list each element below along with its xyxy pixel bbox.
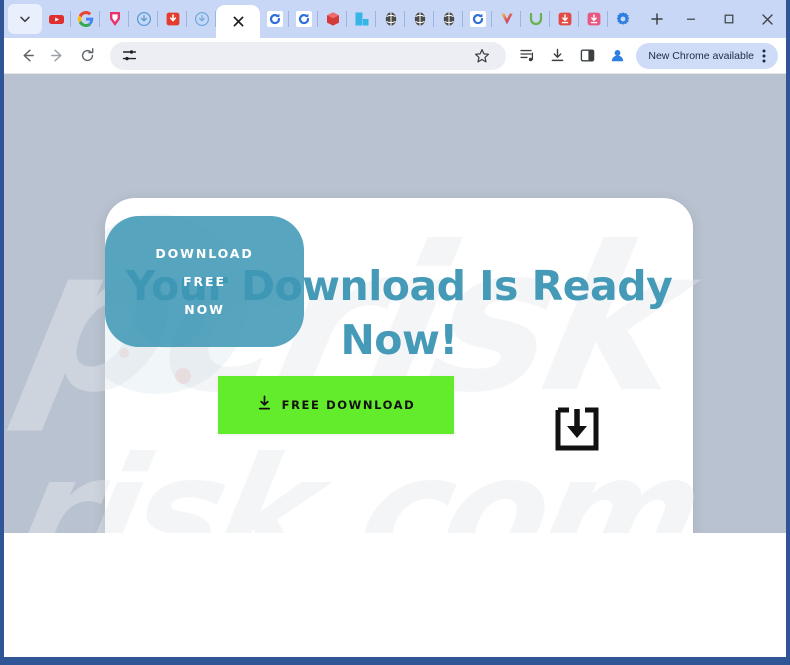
tab-download-pink[interactable] — [100, 0, 129, 38]
gear-blue-icon — [614, 11, 631, 28]
tab-refresh-2[interactable] — [289, 0, 318, 38]
blue-squares-icon — [353, 11, 370, 28]
refresh-blue-icon — [266, 11, 283, 28]
side-panel-icon[interactable] — [572, 41, 602, 71]
youtube-icon — [48, 11, 65, 28]
close-icon[interactable] — [229, 13, 247, 31]
bookmark-star-icon[interactable] — [470, 44, 494, 68]
new-tab-button[interactable] — [643, 5, 671, 33]
download-red-icon — [164, 11, 181, 28]
tab-refresh-1[interactable] — [260, 0, 289, 38]
tab-cloud-download-blue[interactable] — [129, 0, 158, 38]
globe-dark-icon — [411, 11, 428, 28]
globe-dark-icon — [440, 11, 457, 28]
tab-globe-1[interactable] — [376, 0, 405, 38]
tab-globe-2[interactable] — [405, 0, 434, 38]
tab-refresh-3[interactable] — [463, 0, 492, 38]
new-chrome-available-pill[interactable]: New Chrome available — [636, 42, 778, 69]
tab-search-chevron-down-icon[interactable] — [8, 4, 42, 34]
address-input[interactable] — [145, 48, 471, 63]
browser-window: New Chrome available pcrisk risk.com pcr… — [0, 0, 790, 665]
tab-red-cube[interactable] — [318, 0, 347, 38]
tab-youtube[interactable] — [42, 0, 71, 38]
active-tab[interactable] — [216, 5, 260, 38]
cloud-download-outline-icon — [193, 11, 210, 28]
overlay-line-2: FREE — [183, 274, 226, 289]
tab-download-red[interactable] — [158, 0, 187, 38]
overlay-line-1: DOWNLOAD — [155, 246, 254, 261]
forward-button[interactable] — [42, 41, 72, 71]
free-download-button-label: FREE DOWNLOAD — [281, 398, 416, 412]
download-pink-box-icon — [585, 11, 602, 28]
card-watermark-line-2: risk.com — [105, 426, 693, 533]
tab-blue-squares[interactable] — [347, 0, 376, 38]
page-viewport: pcrisk risk.com pcrisk risk.com Your Dow… — [4, 74, 786, 657]
tab-cloud-download-outline[interactable] — [187, 0, 216, 38]
decorative-dot-peach — [175, 368, 191, 384]
tab-strip — [4, 0, 786, 38]
overlay-line-3: NOW — [184, 302, 225, 317]
download-arrow-icon — [257, 395, 272, 416]
green-u-icon — [527, 11, 544, 28]
cloud-download-blue-icon — [135, 11, 152, 28]
profile-avatar-icon[interactable] — [602, 41, 632, 71]
tab-v-gradient[interactable] — [492, 0, 521, 38]
web-page-content: pcrisk risk.com pcrisk risk.com Your Dow… — [4, 74, 786, 533]
refresh-blue-icon — [295, 11, 312, 28]
tab-green-u[interactable] — [521, 0, 550, 38]
tab-list — [4, 0, 672, 38]
downloads-icon[interactable] — [542, 41, 572, 71]
tab-settings-gear[interactable] — [608, 0, 637, 38]
refresh-blue-icon — [469, 11, 486, 28]
tab-google[interactable] — [71, 0, 100, 38]
download-box-icon[interactable] — [554, 400, 600, 452]
reading-list-icon[interactable] — [512, 41, 542, 71]
download-red-box-icon — [556, 11, 573, 28]
browser-toolbar: New Chrome available — [4, 38, 786, 74]
tab-download-red-box[interactable] — [550, 0, 579, 38]
tab-globe-3[interactable] — [434, 0, 463, 38]
minimize-button[interactable] — [672, 0, 710, 38]
red-cube-icon — [324, 11, 341, 28]
tune-icon[interactable] — [122, 48, 137, 63]
google-icon — [77, 11, 94, 28]
viewport-blank-area — [4, 533, 786, 657]
back-button[interactable] — [12, 41, 42, 71]
address-bar[interactable] — [110, 41, 507, 70]
window-controls — [672, 0, 786, 38]
tab-download-pink-box[interactable] — [579, 0, 608, 38]
close-button[interactable] — [748, 0, 786, 38]
download-pink-icon — [106, 11, 123, 28]
maximize-button[interactable] — [710, 0, 748, 38]
reload-button[interactable] — [72, 41, 102, 71]
download-free-now-overlay[interactable]: DOWNLOAD FREE NOW — [105, 216, 304, 347]
free-download-button[interactable]: FREE DOWNLOAD — [218, 376, 454, 434]
update-pill-label: New Chrome available — [648, 49, 754, 62]
chrome-menu-icon[interactable] — [754, 45, 774, 67]
globe-dark-icon — [382, 11, 399, 28]
v-gradient-icon — [498, 11, 515, 28]
